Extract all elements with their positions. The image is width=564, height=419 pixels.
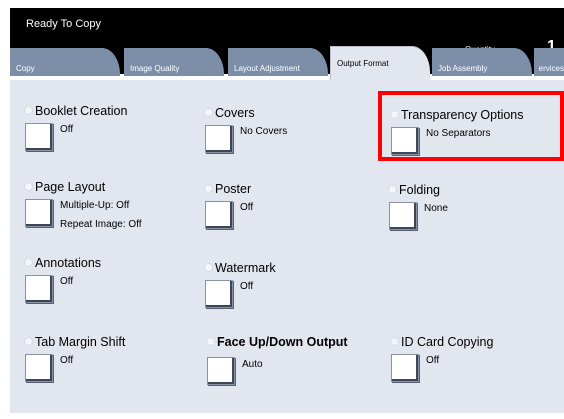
feature-value: Off (426, 355, 440, 366)
id-card-copying-button[interactable] (391, 354, 419, 382)
tab-label: Image Quality (130, 64, 180, 73)
tab-job-assembly[interactable]: Job Assembly (432, 48, 532, 76)
feature-value: None (424, 203, 448, 214)
booklet-creation-button[interactable] (25, 123, 53, 151)
machine-status: Ready To Copy (26, 18, 102, 30)
tab-label: Job Assembly (438, 64, 488, 73)
tab-label: Output Format (337, 59, 389, 68)
tab-services[interactable]: ervices (534, 48, 564, 76)
tab-label: Copy (16, 64, 35, 73)
indicator-dot (204, 108, 213, 117)
copier-screen: Ready To Copy Quantity 1 Copy Image Qual… (0, 0, 564, 419)
annotations-button[interactable] (25, 275, 53, 303)
poster-button[interactable] (205, 201, 233, 229)
feature-title: ID Card Copying (401, 335, 494, 349)
feature-title: Face Up/Down Output (217, 335, 348, 349)
indicator-dot (24, 258, 33, 267)
indicator-dot (24, 337, 33, 346)
page-layout-button[interactable] (25, 199, 53, 227)
indicator-dot (206, 337, 215, 346)
feature-value: Off (60, 124, 74, 135)
feature-value: Off (240, 202, 254, 213)
tab-layout-adjustment[interactable]: Layout Adjustment (228, 48, 328, 76)
indicator-dot (24, 106, 33, 115)
feature-title: Annotations (35, 256, 102, 270)
feature-title: Watermark (215, 261, 276, 275)
tab-margin-shift-button[interactable] (25, 354, 53, 382)
indicator-dot (204, 184, 213, 193)
tab-label: Layout Adjustment (234, 64, 300, 73)
feature-value: No Covers (240, 126, 288, 137)
tab-output-format[interactable]: Output Format (330, 46, 430, 80)
feature-value: Multiple-Up: Off (60, 200, 130, 211)
folding-button[interactable] (389, 202, 417, 230)
indicator-dot (204, 263, 213, 272)
watermark-button[interactable] (205, 280, 233, 308)
feature-title: Folding (399, 183, 440, 197)
feature-title: Covers (215, 106, 255, 120)
tab-copy[interactable]: Copy (10, 48, 120, 76)
feature-value: Off (60, 276, 74, 287)
feature-title: Tab Margin Shift (35, 335, 126, 349)
tab-label: ervices (538, 64, 564, 73)
feature-title: Page Layout (35, 180, 106, 194)
feature-value: Off (240, 281, 254, 292)
feature-value: Auto (242, 359, 263, 370)
highlight-frame (378, 91, 564, 161)
feature-value-secondary: Repeat Image: Off (60, 219, 142, 230)
covers-button[interactable] (205, 125, 233, 153)
face-up-down-output-button[interactable] (207, 357, 235, 385)
feature-title: Booklet Creation (35, 104, 128, 118)
feature-value: Off (60, 355, 74, 366)
feature-title: Poster (215, 182, 252, 196)
tab-image-quality[interactable]: Image Quality (124, 48, 224, 76)
indicator-dot (24, 182, 33, 191)
indicator-dot (390, 337, 399, 346)
indicator-dot (388, 185, 397, 194)
